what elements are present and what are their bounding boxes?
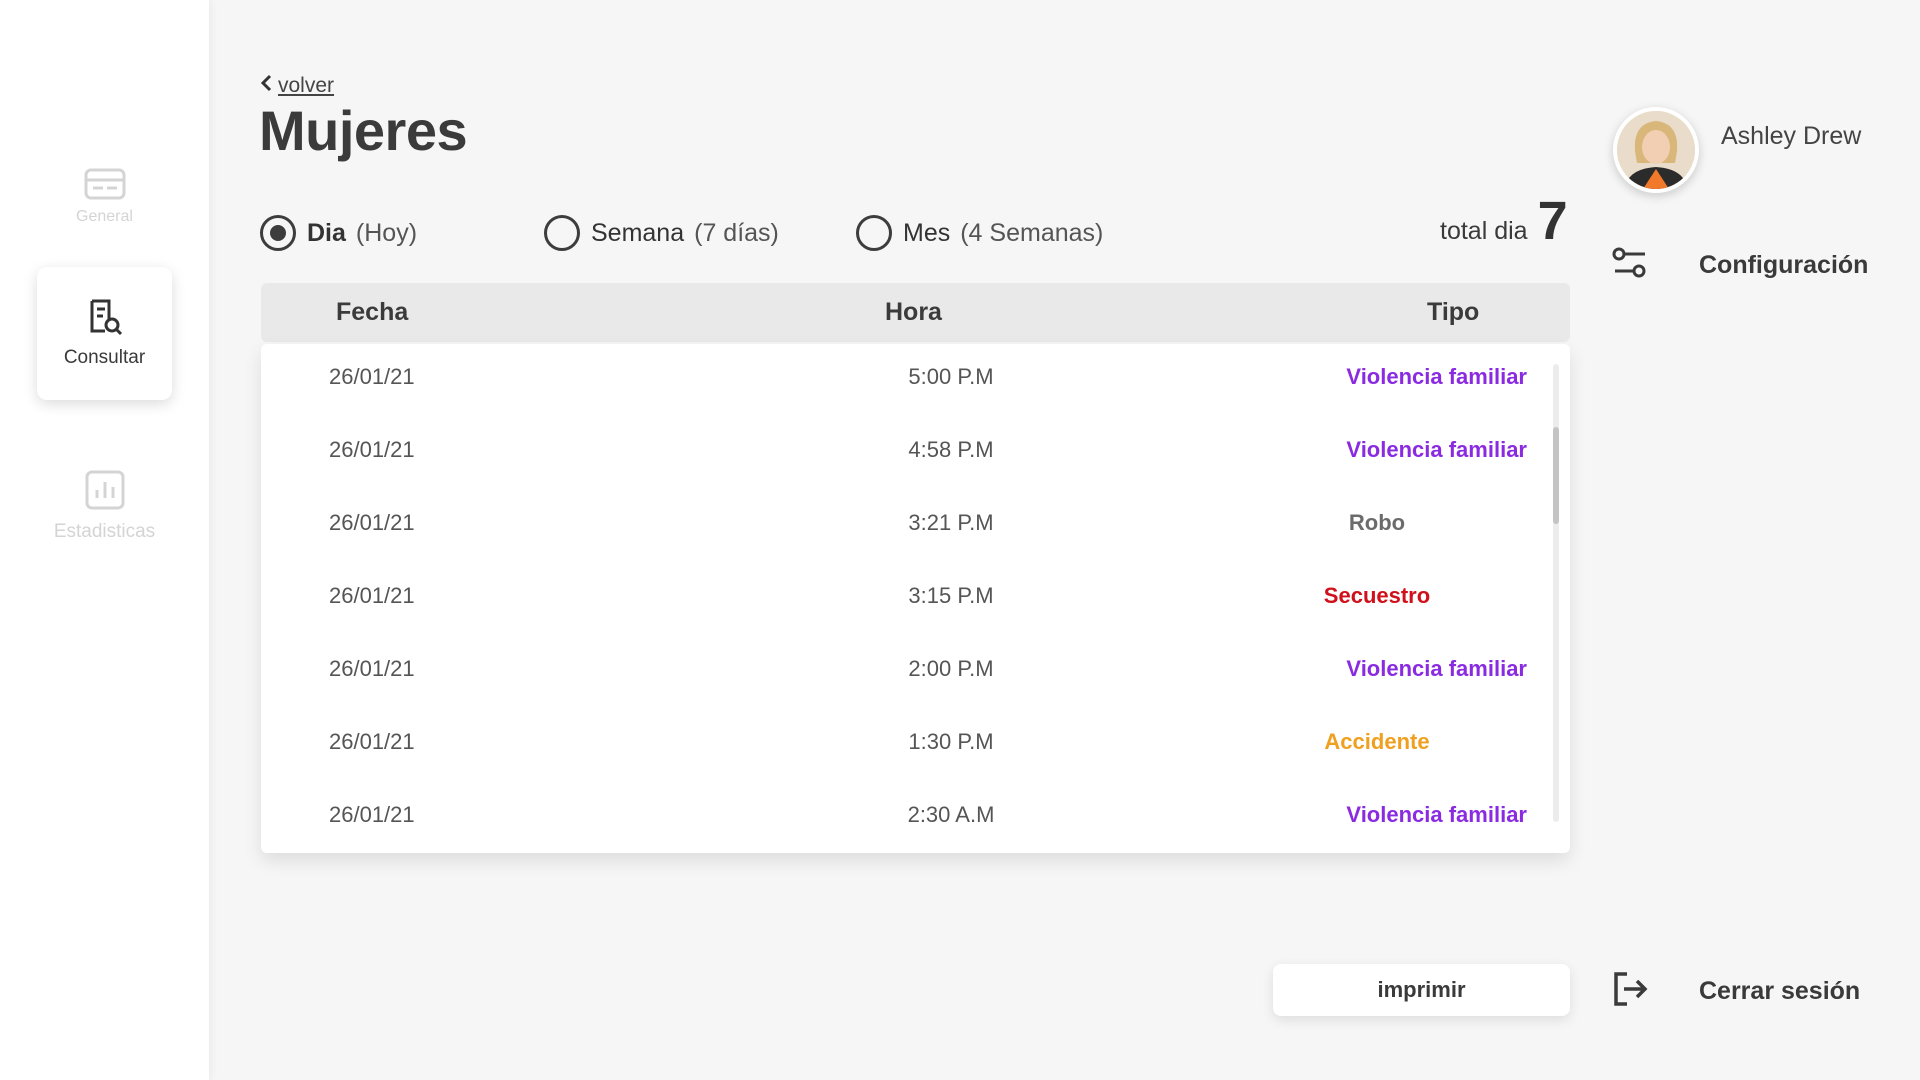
logout-icon	[1611, 970, 1649, 1013]
radio-checked-icon	[260, 215, 296, 251]
cell-tipo: Accidente	[1324, 729, 1430, 754]
config-menu-item[interactable]: Configuración	[1611, 244, 1868, 287]
radio-unchecked-icon	[544, 215, 580, 251]
sidebar-item-estadisticas[interactable]: Estadisticas	[37, 440, 172, 573]
bar-chart-icon	[85, 470, 125, 515]
cell-tipo: Violencia familiar	[1346, 364, 1527, 389]
sidebar-item-consultar[interactable]: Consultar	[37, 267, 172, 400]
cell-hora: 2:00 P.M	[908, 656, 994, 681]
filter-label: Dia	[307, 218, 346, 247]
sidebar-item-label: Estadisticas	[53, 521, 156, 542]
filter-detail: (Hoy)	[355, 218, 418, 247]
logout-menu-item[interactable]: Cerrar sesión	[1611, 970, 1860, 1013]
table-row[interactable]: 26/01/21 1:30 P.M Accidente	[261, 709, 1551, 782]
cell-fecha: 26/01/21	[329, 656, 415, 681]
cell-fecha: 26/01/21	[329, 583, 415, 608]
avatar[interactable]	[1613, 107, 1699, 193]
column-header-fecha: Fecha	[336, 298, 409, 326]
table-row[interactable]: 26/01/21 3:15 P.M Secuestro	[261, 563, 1551, 636]
cell-hora: 3:15 P.M	[908, 583, 994, 608]
cell-tipo: Violencia familiar	[1346, 437, 1527, 462]
total-label: total dia	[1440, 217, 1528, 245]
table-row[interactable]: 26/01/21 4:58 P.M Violencia familiar	[261, 417, 1551, 490]
radio-unchecked-icon	[856, 215, 892, 251]
chevron-left-icon	[260, 74, 272, 98]
cell-fecha: 26/01/21	[329, 802, 415, 827]
cell-fecha: 26/01/21	[329, 437, 415, 462]
cell-tipo: Violencia familiar	[1346, 656, 1527, 681]
print-button[interactable]: imprimir	[1273, 964, 1570, 1016]
cell-fecha: 26/01/21	[329, 364, 415, 389]
filter-semana-radio[interactable]: Semana (7 días)	[544, 215, 779, 251]
user-portrait-icon	[1617, 111, 1695, 189]
column-header-hora: Hora	[885, 298, 942, 326]
user-name: Ashley Drew	[1721, 122, 1862, 150]
cell-hora: 3:21 P.M	[908, 510, 994, 535]
table-row[interactable]: 26/01/21 3:21 P.M Robo	[261, 490, 1551, 563]
sidebar-item-label: Consultar	[63, 347, 146, 368]
table-body: 26/01/21 5:00 P.M Violencia familiar 26/…	[261, 344, 1570, 853]
table-row[interactable]: 26/01/21 2:30 A.M Violencia familiar	[261, 782, 1551, 853]
cell-tipo: Violencia familiar	[1346, 802, 1527, 827]
back-link-label: volver	[278, 74, 335, 97]
column-header-tipo: Tipo	[1427, 298, 1480, 326]
sidebar-item-label: General	[76, 208, 133, 225]
total-counter: total dia 7	[1440, 194, 1568, 248]
table-header: Fecha Hora Tipo	[261, 283, 1570, 342]
cell-tipo: Secuestro	[1323, 583, 1431, 608]
filter-dia-radio[interactable]: Dia (Hoy)	[260, 215, 417, 251]
table-row[interactable]: 26/01/21 5:00 P.M Violencia familiar	[261, 344, 1551, 417]
scrollbar-track[interactable]	[1553, 364, 1559, 822]
filter-detail: (4 Semanas)	[960, 218, 1104, 247]
page-title: Mujeres	[259, 99, 468, 162]
card-icon	[84, 167, 126, 206]
cell-hora: 4:58 P.M	[908, 437, 994, 462]
sidebar: General Consultar Estadisticas	[0, 0, 209, 1080]
filter-label: Mes	[903, 218, 951, 247]
settings-sliders-icon	[1611, 244, 1649, 287]
total-value: 7	[1537, 191, 1568, 251]
cell-fecha: 26/01/21	[329, 510, 415, 535]
cell-tipo: Robo	[1348, 510, 1406, 535]
cell-fecha: 26/01/21	[329, 729, 415, 754]
filter-detail: (7 días)	[694, 218, 779, 247]
back-link[interactable]: volver	[260, 74, 334, 98]
cell-hora: 5:00 P.M	[908, 364, 994, 389]
sidebar-item-general[interactable]: General	[37, 130, 172, 263]
logout-label: Cerrar sesión	[1699, 977, 1861, 1005]
app-root: General Consultar Estadisticas volver Mu…	[0, 0, 1920, 1080]
cell-hora: 1:30 P.M	[908, 729, 994, 754]
cell-hora: 2:30 A.M	[907, 802, 995, 827]
filter-mes-radio[interactable]: Mes (4 Semanas)	[856, 215, 1103, 251]
scrollbar-thumb[interactable]	[1553, 427, 1559, 524]
document-search-icon	[87, 298, 123, 341]
config-label: Configuración	[1699, 251, 1869, 279]
filter-label: Semana	[591, 218, 685, 247]
table-row[interactable]: 26/01/21 2:00 P.M Violencia familiar	[261, 636, 1551, 709]
